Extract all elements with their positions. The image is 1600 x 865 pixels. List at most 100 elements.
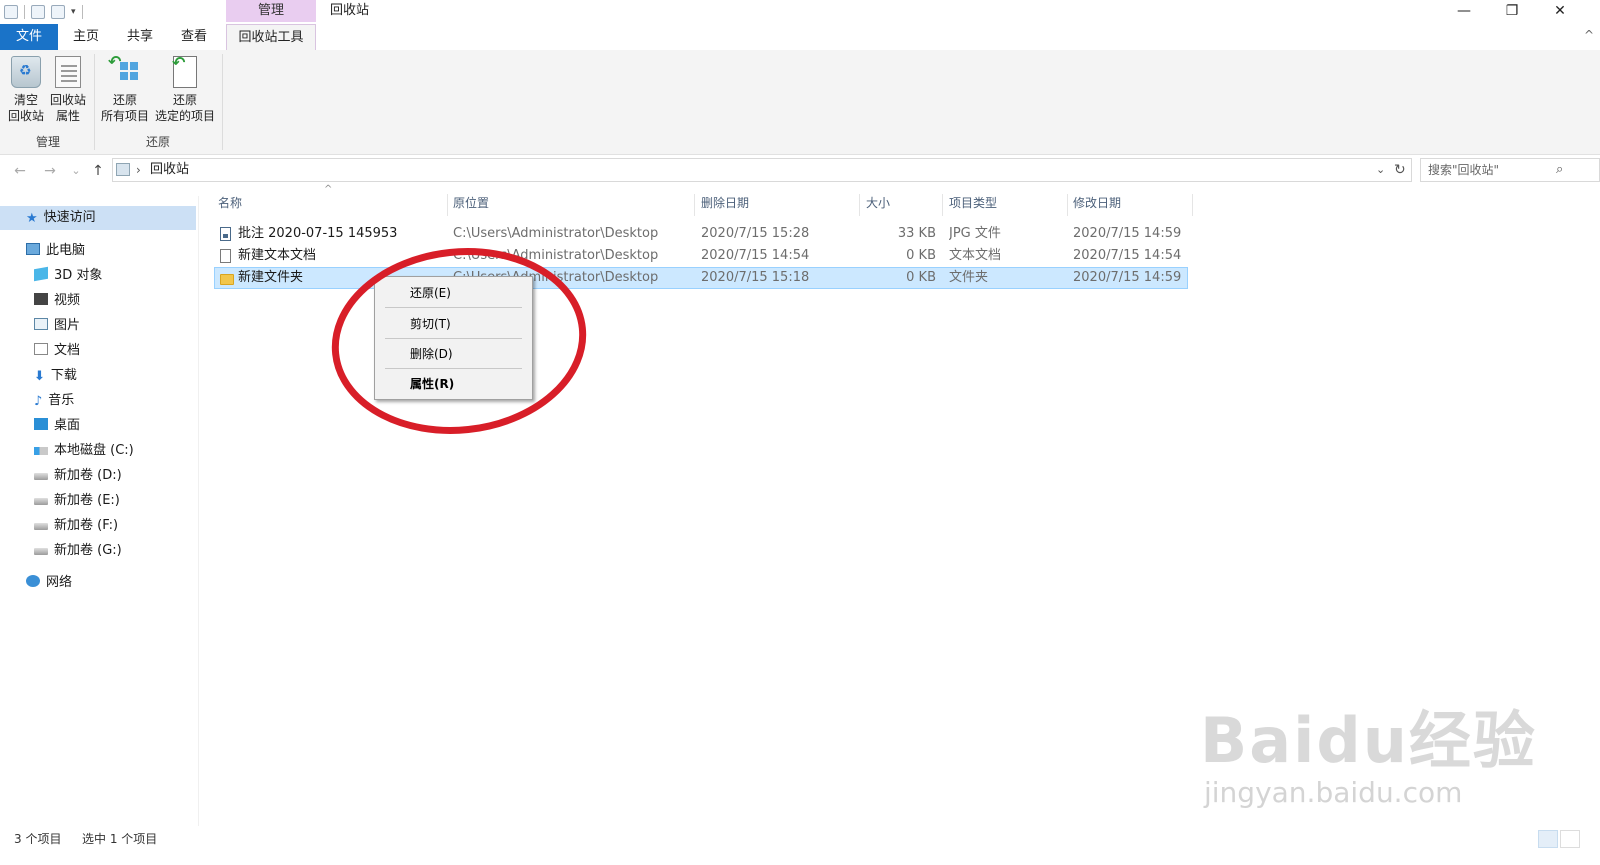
- qat-dropdown-icon[interactable]: ▾: [71, 7, 76, 17]
- sidebar-item-network[interactable]: 网络: [0, 571, 196, 595]
- restore-all-items-button[interactable]: ↶ 还原 所有项目: [98, 52, 152, 124]
- sidebar-item-drive-c[interactable]: 本地磁盘 (C:): [0, 439, 196, 463]
- sidebar-item-this-pc[interactable]: 此电脑: [0, 239, 196, 263]
- large-icons-view-icon[interactable]: [1560, 830, 1580, 848]
- sidebar-item-label: 视频: [54, 293, 81, 308]
- drive-icon: [34, 548, 48, 555]
- ribbon-button-label: 还原: [172, 93, 197, 107]
- new-folder-icon[interactable]: [51, 5, 65, 19]
- recycle-bin-properties-button[interactable]: 回收站 属性: [47, 56, 89, 124]
- recycle-bin-small-icon: [4, 5, 18, 19]
- ribbon-button-label: 回收站: [7, 109, 44, 123]
- sidebar-item-label: 文档: [54, 343, 81, 358]
- sidebar-item-music[interactable]: ♪ 音乐: [0, 389, 196, 413]
- ribbon-group-separator: [94, 54, 95, 150]
- breadcrumb-chevron-icon[interactable]: ›: [136, 160, 141, 180]
- star-icon: ★: [26, 211, 38, 226]
- green-undo-arrow-icon: ↶: [108, 52, 122, 71]
- sidebar-item-label: 快速访问: [43, 210, 96, 225]
- file-row[interactable]: 批注 2020-07-15 145953 C:\Users\Administra…: [214, 223, 1188, 245]
- file-type: 文件夹: [949, 270, 989, 285]
- computer-icon: [26, 243, 40, 255]
- recycle-bin-address-icon: [116, 163, 130, 176]
- file-date-deleted: 2020/7/15 15:18: [701, 270, 810, 285]
- drive-icon: [34, 498, 48, 505]
- sidebar-item-label: 下载: [50, 368, 77, 383]
- column-header-original-location[interactable]: 原位置: [449, 194, 695, 216]
- column-header-item-type[interactable]: 项目类型: [945, 194, 1068, 216]
- column-header-name[interactable]: 名称: [214, 194, 448, 216]
- recent-locations-button[interactable]: ⌄: [66, 160, 86, 182]
- file-type: JPG 文件: [949, 226, 1001, 241]
- close-button[interactable]: ✕: [1537, 0, 1583, 22]
- file-name: 批注 2020-07-15 145953: [238, 226, 398, 241]
- tab-view[interactable]: 查看: [170, 24, 218, 50]
- address-bar[interactable]: [112, 158, 1412, 182]
- column-header-date-modified[interactable]: 修改日期: [1069, 194, 1193, 216]
- red-annotation-ellipse: [331, 248, 587, 434]
- tab-share[interactable]: 共享: [116, 24, 164, 50]
- address-dropdown-icon[interactable]: ⌄: [1376, 160, 1385, 180]
- sidebar-item-label: 桌面: [54, 418, 81, 433]
- file-size: 0 KB: [906, 248, 936, 263]
- tab-recycle-bin-tools[interactable]: 回收站工具: [226, 24, 316, 50]
- empty-recycle-bin-button[interactable]: 清空 回收站: [6, 56, 46, 124]
- 3d-cube-icon: [34, 266, 48, 282]
- tab-file[interactable]: 文件: [0, 24, 58, 50]
- column-header-size[interactable]: 大小: [862, 194, 943, 216]
- sidebar-item-drive-g[interactable]: 新加卷 (G:): [0, 539, 196, 563]
- ribbon-button-label: 属性: [55, 109, 80, 123]
- sidebar-item-drive-f[interactable]: 新加卷 (F:): [0, 514, 196, 538]
- breadcrumb-recycle-bin[interactable]: 回收站: [150, 160, 189, 180]
- drive-icon: [34, 473, 48, 480]
- green-undo-arrow-icon: ↶: [172, 53, 186, 72]
- ribbon-button-label: 回收站: [49, 93, 86, 107]
- manage-context-tab[interactable]: 管理: [226, 0, 316, 22]
- column-header-date-deleted[interactable]: 删除日期: [697, 194, 860, 216]
- sidebar-item-label: 3D 对象: [54, 268, 103, 283]
- details-view-icon[interactable]: [1538, 830, 1558, 848]
- network-icon: [26, 575, 40, 587]
- minimize-button[interactable]: —: [1441, 0, 1487, 22]
- file-date-deleted: 2020/7/15 15:28: [701, 226, 810, 241]
- sidebar-item-3d-objects[interactable]: 3D 对象: [0, 264, 196, 288]
- sidebar-item-videos[interactable]: 视频: [0, 289, 196, 313]
- maximize-restore-button[interactable]: ❐: [1489, 0, 1535, 22]
- properties-icon: [55, 56, 81, 88]
- sidebar-item-documents[interactable]: 文档: [0, 339, 196, 363]
- ribbon-button-label: 所有项目: [100, 109, 149, 123]
- ribbon-group-separator: [222, 54, 223, 150]
- sidebar-item-label: 此电脑: [46, 243, 86, 258]
- sidebar-item-drive-d[interactable]: 新加卷 (D:): [0, 464, 196, 488]
- music-note-icon: ♪: [34, 394, 43, 409]
- text-file-icon: [220, 249, 231, 263]
- refresh-icon[interactable]: ↻: [1394, 160, 1406, 180]
- file-size: 0 KB: [906, 270, 936, 285]
- properties-check-icon[interactable]: [31, 5, 45, 19]
- restore-selected-icon: ↶: [172, 53, 197, 88]
- sidebar-item-drive-e[interactable]: 新加卷 (E:): [0, 489, 196, 513]
- file-date-modified: 2020/7/15 14:59: [1073, 226, 1182, 241]
- tab-home[interactable]: 主页: [62, 24, 110, 50]
- file-name: 新建文件夹: [238, 270, 304, 285]
- sidebar-item-quick-access[interactable]: ★ 快速访问: [0, 206, 196, 230]
- search-icon[interactable]: ⌕: [1556, 160, 1563, 180]
- file-date-modified: 2020/7/15 14:59: [1073, 270, 1182, 285]
- sidebar-item-desktop[interactable]: 桌面: [0, 414, 196, 438]
- desktop-icon: [34, 418, 48, 430]
- restore-all-icon: ↶: [108, 52, 140, 88]
- folder-icon: [220, 274, 234, 285]
- qat-separator-2: [81, 5, 83, 19]
- restore-selected-items-button[interactable]: ↶ 还原 选定的项目: [153, 53, 217, 124]
- download-arrow-icon: ⬇: [34, 369, 45, 384]
- up-button[interactable]: ↑: [88, 160, 108, 182]
- ribbon-collapse-icon[interactable]: ^: [1584, 28, 1594, 42]
- status-selection-count: 选中 1 个项目: [82, 832, 158, 846]
- sidebar-item-pictures[interactable]: 图片: [0, 314, 196, 338]
- back-button[interactable]: ←: [10, 160, 30, 182]
- sidebar-item-downloads[interactable]: ⬇ 下载: [0, 364, 196, 388]
- sidebar-item-label: 网络: [46, 575, 73, 590]
- ribbon-group-manage-label: 管理: [35, 135, 60, 149]
- forward-button[interactable]: →: [40, 160, 60, 182]
- film-icon: [34, 293, 48, 305]
